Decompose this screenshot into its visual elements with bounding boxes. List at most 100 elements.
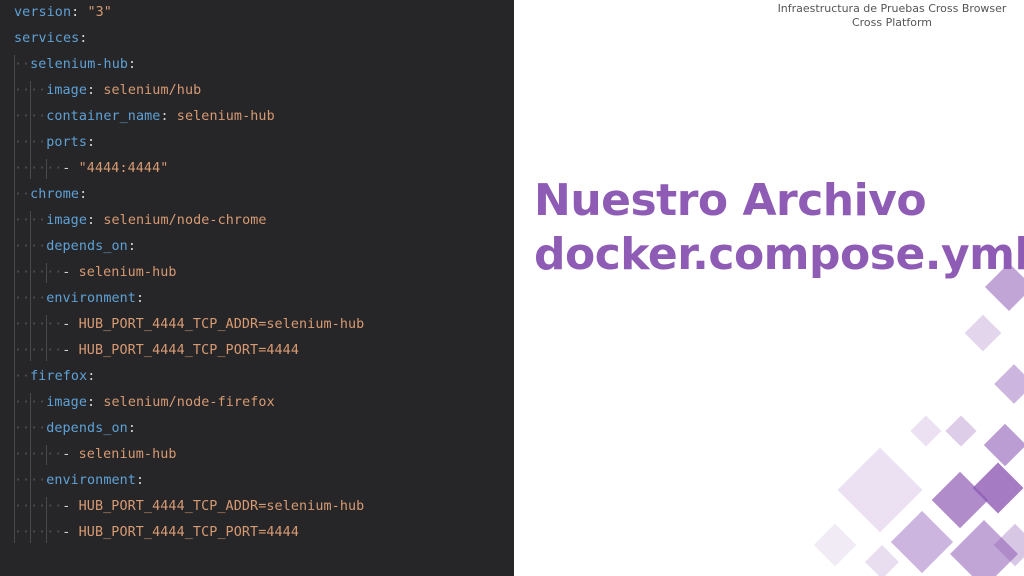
yaml-key: depends_on: [46, 239, 128, 254]
indent-guide-line: [46, 159, 48, 179]
code-line: image: selenium/hub: [46, 78, 201, 104]
indent-guide-dots: ··: [14, 265, 31, 280]
list-dash: -: [62, 265, 71, 280]
list-dash: -: [62, 317, 71, 332]
indent-guide-dots: ··: [14, 213, 31, 228]
code-line: firefox:: [30, 364, 95, 390]
list-dash: -: [62, 525, 71, 540]
indent-guide-dots: ··: [30, 83, 47, 98]
code-line: services:: [14, 26, 87, 52]
indent-guide-dots: ··: [30, 109, 47, 124]
indent-guide-dots: ··: [14, 473, 31, 488]
indent-guide-line: [46, 315, 48, 361]
yaml-value: HUB_PORT_4444_TCP_PORT=4444: [78, 343, 300, 358]
indent-guide-dots: ··: [46, 525, 63, 540]
indent-guide-dots: ··: [14, 135, 31, 150]
code-line: - HUB_PORT_4444_TCP_PORT=4444: [62, 520, 299, 546]
yaml-separator: :: [135, 291, 145, 306]
indent-guide-line: [46, 497, 48, 543]
yaml-key: selenium-hub: [30, 57, 129, 72]
code-line: version: "3": [14, 0, 112, 26]
code-line: - HUB_PORT_4444_TCP_PORT=4444: [62, 338, 299, 364]
indent-guide-line: [30, 211, 32, 361]
yaml-key: version: [14, 5, 72, 20]
code-line: environment:: [46, 468, 144, 494]
code-line: environment:: [46, 286, 144, 312]
indent-guide-dots: ··: [46, 265, 63, 280]
list-dash: -: [62, 447, 71, 462]
title-line-1: Nuestro Archivo: [534, 175, 927, 226]
yaml-key: environment: [46, 291, 136, 306]
yaml-value: HUB_PORT_4444_TCP_PORT=4444: [78, 525, 300, 540]
code-line: - HUB_PORT_4444_TCP_ADDR=selenium-hub: [62, 312, 364, 338]
indent-guide-dots: ··: [30, 317, 47, 332]
yaml-value: "4444:4444": [78, 161, 169, 176]
yaml-key: firefox: [30, 369, 88, 384]
yaml-key: image: [46, 83, 87, 98]
indent-guide-dots: ··: [30, 473, 47, 488]
yaml-key: image: [46, 395, 87, 410]
indent-guide-dots: ··: [14, 291, 31, 306]
yaml-value: "3": [87, 5, 112, 20]
yaml-separator: :: [71, 5, 88, 20]
indent-guide-dots: ··: [30, 161, 47, 176]
indent-guide-dots: ··: [30, 421, 47, 436]
indent-guide-dots: ··: [46, 161, 63, 176]
indent-guide-line: [46, 445, 48, 465]
list-dash: -: [62, 499, 71, 514]
yaml-key: image: [46, 213, 87, 228]
slide-header: Infraestructura de Pruebas Cross Browser…: [772, 2, 1012, 30]
indent-guide-dots: ··: [46, 499, 63, 514]
list-dash: -: [62, 161, 71, 176]
indent-guide-dots: ··: [14, 83, 31, 98]
code-line: - HUB_PORT_4444_TCP_ADDR=selenium-hub: [62, 494, 364, 520]
yaml-separator: :: [79, 31, 88, 46]
list-dash: -: [62, 343, 71, 358]
code-editor-panel: version: "3" services: ·· selenium-hub: ·· ··…: [0, 0, 514, 576]
yaml-separator: :: [87, 369, 96, 384]
indent-guide-dots: ··: [30, 213, 47, 228]
code-line: - "4444:4444": [62, 156, 168, 182]
yaml-separator: :: [87, 135, 96, 150]
decorative-diamond-pattern: [813, 262, 1024, 576]
yaml-value: selenium-hub: [176, 109, 275, 124]
indent-guide-dots: ··: [46, 447, 63, 462]
yaml-separator: :: [127, 239, 136, 254]
yaml-value: selenium/node-firefox: [103, 395, 275, 410]
indent-guide-line: [30, 81, 32, 179]
code-line: ports:: [46, 130, 95, 156]
code-line: chrome:: [30, 182, 87, 208]
indent-guide-dots: ··: [14, 525, 31, 540]
code-line: - selenium-hub: [62, 260, 176, 286]
yaml-key: chrome: [30, 187, 80, 202]
indent-guide-dots: ··: [30, 447, 47, 462]
indent-guide-dots: ··: [30, 265, 47, 280]
yaml-key: container_name: [46, 109, 161, 124]
yaml-key: depends_on: [46, 421, 128, 436]
yaml-value: HUB_PORT_4444_TCP_ADDR=selenium-hub: [78, 317, 365, 332]
indent-guide-line: [14, 55, 15, 543]
indent-guide-dots: ··: [46, 343, 63, 358]
code-line: depends_on:: [46, 234, 136, 260]
indent-guide-dots: ··: [30, 525, 47, 540]
code-line: depends_on:: [46, 416, 136, 442]
indent-guide-dots: ··: [30, 343, 47, 358]
yaml-separator: :: [128, 57, 137, 72]
indent-guide-dots: ··: [14, 187, 31, 202]
header-line-1: Infraestructura de Pruebas Cross Browser: [777, 2, 1007, 15]
indent-guide-line: [30, 393, 32, 543]
indent-guide-dots: ··: [14, 317, 31, 332]
indent-guide-dots: ··: [30, 395, 47, 410]
code-line: - selenium-hub: [62, 442, 176, 468]
yaml-key: services: [14, 31, 80, 46]
header-line-2: Cross Platform: [851, 16, 933, 29]
code-line: image: selenium/node-firefox: [46, 390, 275, 416]
yaml-separator: :: [160, 109, 177, 124]
yaml-separator: :: [87, 213, 104, 228]
yaml-separator: :: [87, 83, 104, 98]
indent-guide-dots: ··: [14, 57, 31, 72]
yaml-value: selenium/node-chrome: [103, 213, 267, 228]
indent-guide-dots: ··: [30, 135, 47, 150]
code-line: container_name: selenium-hub: [46, 104, 275, 130]
yaml-key: ports: [46, 135, 87, 150]
